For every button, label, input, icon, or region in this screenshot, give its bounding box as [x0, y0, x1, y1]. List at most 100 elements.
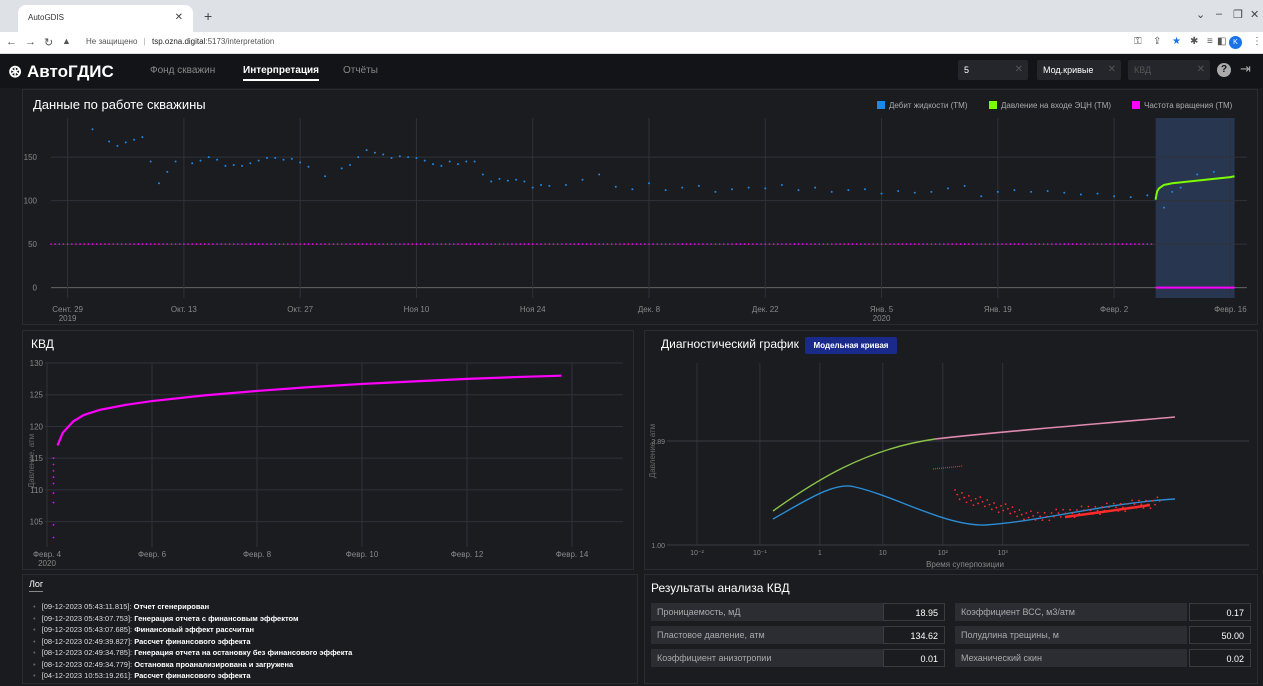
help-icon[interactable]: ? — [1217, 63, 1231, 77]
tab-list-icon[interactable]: ⌄ — [1196, 8, 1205, 21]
freq-point — [62, 243, 65, 245]
clear-icon[interactable]: ✕ — [1108, 64, 1116, 75]
freq-point — [830, 243, 833, 245]
freq-point — [689, 243, 692, 245]
maximize-icon[interactable]: ❐ — [1233, 8, 1243, 21]
stage-select-value: КВД — [1134, 65, 1152, 75]
freq-point — [1088, 243, 1090, 245]
derivative-point — [1154, 503, 1156, 506]
debit-point — [963, 184, 966, 187]
freq-point — [764, 243, 767, 245]
freq-point — [930, 243, 933, 245]
app-logo[interactable]: ⊛ АвтоГДИС — [8, 62, 114, 82]
log-timestamp: [08-12-2023 02:49:34.785]: — [41, 648, 135, 657]
menu-interpretation[interactable]: Интерпретация — [243, 65, 319, 81]
diag-chart[interactable]: 10⁻² 10⁻¹ 1 10 10² 10³3.891.00Давление, атмВр… — [645, 331, 1257, 569]
share-icon[interactable]: ⇪ — [1153, 36, 1161, 47]
well-data-chart[interactable]: 150 100 50 0 Сент. 292019 Окт. 13 Окт. 27 Ноя 1… — [23, 90, 1257, 324]
minimize-icon[interactable]: – — [1216, 8, 1222, 20]
debit-point — [664, 189, 667, 192]
warning-icon[interactable]: ▲ — [62, 36, 71, 46]
derivative-point — [1016, 515, 1018, 518]
freq-point — [507, 243, 509, 245]
logout-icon[interactable]: ⇥ — [1240, 61, 1251, 77]
derivative-point — [995, 506, 998, 509]
x-tick-label: Ноя 10 — [404, 305, 430, 314]
well-input[interactable]: 5 ✕ — [958, 60, 1028, 80]
key-icon[interactable]: ⚿ — [1134, 36, 1142, 47]
derivative-point — [970, 499, 972, 502]
freq-point — [864, 243, 866, 245]
freq-point — [743, 243, 746, 245]
freq-point — [465, 243, 468, 245]
debit-point — [207, 156, 210, 159]
freq-point — [1009, 243, 1012, 245]
freq-point — [585, 243, 588, 245]
stage-select[interactable]: КВД ✕ — [1128, 60, 1210, 80]
forward-icon[interactable]: → — [25, 36, 36, 48]
freq-point — [938, 243, 941, 245]
log-message: Рассчет финансового эффекта — [134, 671, 251, 680]
browser-tab[interactable]: AutoGDIS ✕ — [18, 5, 193, 32]
x-tick-label: 10² — [938, 550, 949, 557]
clear-icon[interactable]: ✕ — [1015, 64, 1023, 75]
debit-point — [681, 186, 684, 189]
close-tab-icon[interactable]: ✕ — [175, 12, 183, 23]
menu-reports[interactable]: Отчёты — [343, 65, 378, 76]
debit-point — [631, 188, 634, 191]
freq-point — [1051, 243, 1053, 245]
curve-select[interactable]: Мод.кривые ✕ — [1037, 60, 1121, 80]
log-timestamp: [09-12-2023 05:43:11.815]: — [41, 602, 134, 611]
freq-point — [868, 243, 870, 245]
freq-point — [270, 243, 272, 245]
debit-point — [373, 151, 376, 154]
back-icon[interactable]: ← — [6, 36, 17, 48]
debit-point — [490, 180, 493, 183]
clear-icon[interactable]: ✕ — [1197, 64, 1205, 75]
log-line: • [08-12-2023 02:49:39.827]: Рассчет фина… — [33, 637, 251, 646]
freq-point — [889, 243, 891, 245]
new-tab-icon[interactable]: + — [204, 8, 212, 24]
freq-point — [403, 243, 405, 245]
derivative-point — [961, 492, 963, 494]
debit-point — [648, 182, 650, 185]
freq-point — [340, 243, 343, 245]
kvd-point — [52, 457, 55, 460]
kvd-point — [52, 492, 55, 494]
freq-point — [1150, 243, 1153, 245]
freq-point — [353, 243, 355, 245]
url-field[interactable]: Не защищено | tsp.ozna.digital:5173/inte… — [86, 37, 274, 46]
freq-point — [116, 243, 119, 245]
derivative-point — [1089, 509, 1092, 512]
profile-avatar[interactable]: K — [1229, 36, 1242, 49]
kvd-chart[interactable]: 130125120115110105Февр. 42020Февр. 6 Февр… — [23, 331, 633, 569]
freq-point — [1021, 243, 1024, 245]
log-tab[interactable]: Лог — [29, 579, 44, 592]
reload-icon[interactable]: ↻ — [44, 36, 53, 49]
freq-point — [955, 243, 958, 245]
bookmark-star-icon[interactable]: ★ — [1172, 36, 1181, 47]
debit-point — [473, 160, 476, 163]
result-value: 0.02 — [1189, 649, 1251, 667]
freq-point — [212, 243, 214, 245]
debit-point — [357, 156, 360, 159]
browser-menu-icon[interactable]: ⋮ — [1252, 36, 1262, 47]
derivative-point — [1034, 519, 1037, 521]
extensions-icon[interactable]: ✱ — [1190, 36, 1198, 47]
debit-point — [897, 190, 900, 193]
playlist-icon[interactable]: ≡ — [1207, 36, 1213, 47]
sidepanel-icon[interactable]: ◧ — [1217, 36, 1226, 47]
debit-point — [282, 158, 285, 161]
freq-point — [203, 243, 206, 245]
debit-point — [598, 173, 601, 176]
freq-point — [735, 243, 738, 245]
menu-fond[interactable]: Фонд скважин — [150, 65, 215, 76]
y-tick-label: 120 — [30, 422, 44, 431]
freq-point — [112, 243, 115, 245]
close-window-icon[interactable]: ✕ — [1250, 8, 1259, 21]
freq-point — [1129, 243, 1132, 245]
x-tick-label: 10³ — [998, 550, 1009, 557]
debit-point — [498, 177, 501, 180]
debit-point — [880, 192, 883, 195]
debit-point — [515, 178, 518, 181]
